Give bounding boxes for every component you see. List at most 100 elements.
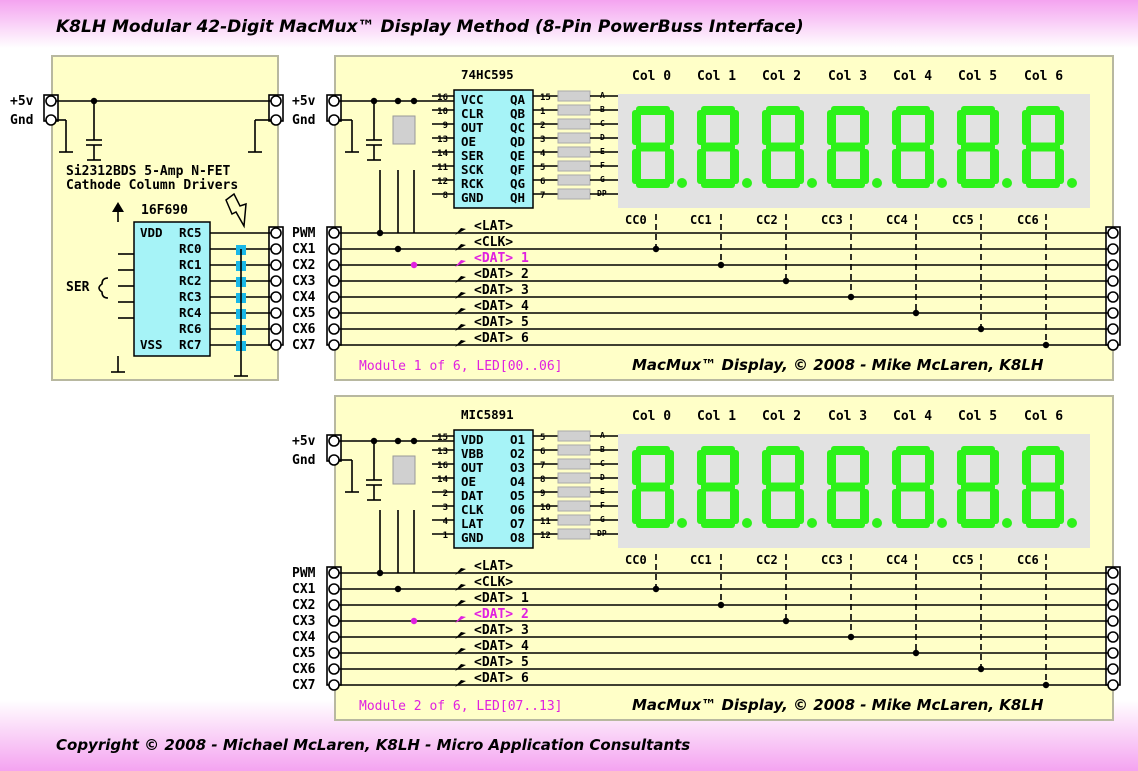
- module-1-col-label: Col 5: [958, 69, 997, 84]
- terminal: [328, 435, 340, 447]
- resistor: [557, 90, 591, 102]
- module-2-right-pin-num: 7: [540, 461, 545, 471]
- led-segment: [1055, 450, 1064, 485]
- junction-dot: [847, 633, 855, 641]
- module-2-cc-label: CC2: [756, 553, 778, 567]
- led-decimal-point: [807, 178, 817, 188]
- module-1-signal-label: <DAT> 3: [474, 283, 529, 298]
- led-segment: [1022, 489, 1031, 524]
- diagram-title: K8LH Modular 42-Digit MacMux™ Display Me…: [56, 17, 804, 37]
- led-segment: [990, 450, 999, 485]
- module-1-left-pin-num: 11: [437, 163, 448, 173]
- schematic-canvas: { "title": "K8LH Modular 42-Digit MacMux…: [0, 0, 1138, 771]
- led-segment: [701, 142, 735, 152]
- led-segment: [795, 110, 804, 145]
- led-segment: [860, 110, 869, 145]
- mcu-pin-rc4: RC4: [179, 305, 202, 320]
- module-1-signal-label: <LAT>: [474, 219, 513, 234]
- resistor: [557, 486, 591, 498]
- junction-dot: [410, 437, 418, 445]
- led-segment: [762, 450, 771, 485]
- terminal: [1107, 567, 1119, 579]
- led-segment: [961, 519, 995, 528]
- led-segment: [766, 446, 800, 455]
- bus-label-cx7: CX7: [292, 338, 315, 353]
- led-segment: [636, 482, 670, 492]
- terminal: [328, 227, 340, 239]
- module-1-left-pin: SCK: [461, 162, 484, 177]
- module-1-right-pin: QC: [510, 120, 525, 135]
- led-segment: [701, 519, 735, 528]
- terminal: [328, 583, 340, 595]
- module-2-bus-label-cx2: CX2: [292, 598, 315, 613]
- terminal: [270, 243, 282, 255]
- terminal: [328, 647, 340, 659]
- module-1-left-pin-num: 8: [443, 191, 448, 201]
- led-segment: [632, 110, 641, 145]
- module-1-signal-label: <DAT> 2: [474, 267, 529, 282]
- terminal: [1107, 631, 1119, 643]
- junction-dot: [394, 585, 402, 593]
- led-segment: [632, 149, 641, 184]
- resistor: [557, 514, 591, 526]
- module-2-left-pin-num: 14: [437, 475, 448, 485]
- led-segment: [697, 450, 706, 485]
- module-1-chip-name: 74HC595: [461, 67, 514, 82]
- led-segment: [701, 106, 735, 115]
- terminal: [328, 454, 340, 466]
- terminal: [1107, 599, 1119, 611]
- led-segment: [1026, 106, 1060, 115]
- led-segment: [1026, 446, 1060, 455]
- led-segment: [957, 489, 966, 524]
- bus-label-cx3: CX3: [292, 274, 315, 289]
- resistor: [557, 104, 591, 116]
- led-segment: [762, 489, 771, 524]
- module-1-right-pin: QB: [510, 106, 526, 121]
- resistor: [557, 146, 591, 158]
- led-segment: [665, 110, 674, 145]
- resistor: [557, 458, 591, 470]
- resistor-pack: [392, 115, 416, 145]
- terminal: [328, 339, 340, 351]
- led-segment: [892, 149, 901, 184]
- module-1-right-pin-num: 7: [540, 191, 545, 201]
- mcu-pin-rc7: RC7: [179, 337, 202, 352]
- terminal: [1107, 243, 1119, 255]
- junction-dot: [652, 585, 660, 593]
- module-2-right-pin-num: 12: [540, 531, 551, 541]
- terminal: [328, 291, 340, 303]
- led-segment: [766, 179, 800, 188]
- terminal: [328, 243, 340, 255]
- led-segment: [925, 489, 934, 524]
- module-2-signal-label: <CLK>: [474, 575, 513, 590]
- junction-dot: [394, 245, 402, 253]
- led-segment: [636, 446, 670, 455]
- led-segment: [701, 179, 735, 188]
- module-1-col-label: Col 2: [762, 69, 801, 84]
- module-2-left-pin: DAT: [461, 488, 484, 503]
- resistor: [557, 188, 591, 200]
- led-segment: [896, 106, 930, 115]
- module-2-left-pin-num: 2: [443, 489, 448, 499]
- resistor: [557, 174, 591, 186]
- terminal: [328, 275, 340, 287]
- led-segment: [795, 450, 804, 485]
- led-segment: [665, 149, 674, 184]
- module-1-right-pin: QD: [510, 134, 525, 149]
- led-segment: [860, 149, 869, 184]
- led-segment: [1022, 149, 1031, 184]
- terminal: [1107, 307, 1119, 319]
- terminal: [328, 114, 340, 126]
- junction-dot: [977, 325, 985, 333]
- module-1-left-pin-num: 10: [437, 107, 448, 117]
- module-1-signal-label: <CLK>: [474, 235, 513, 250]
- junction-dot: [410, 261, 418, 269]
- led-segment: [961, 482, 995, 492]
- module-1-cc-label: CC0: [625, 213, 647, 227]
- terminal: [1107, 291, 1119, 303]
- junction-dot: [977, 665, 985, 673]
- module-2-chip-name: MIC5891: [461, 407, 514, 422]
- module-1-right-pin: QE: [510, 148, 525, 163]
- led-segment: [961, 446, 995, 455]
- module-2-right-pin: O6: [510, 502, 525, 517]
